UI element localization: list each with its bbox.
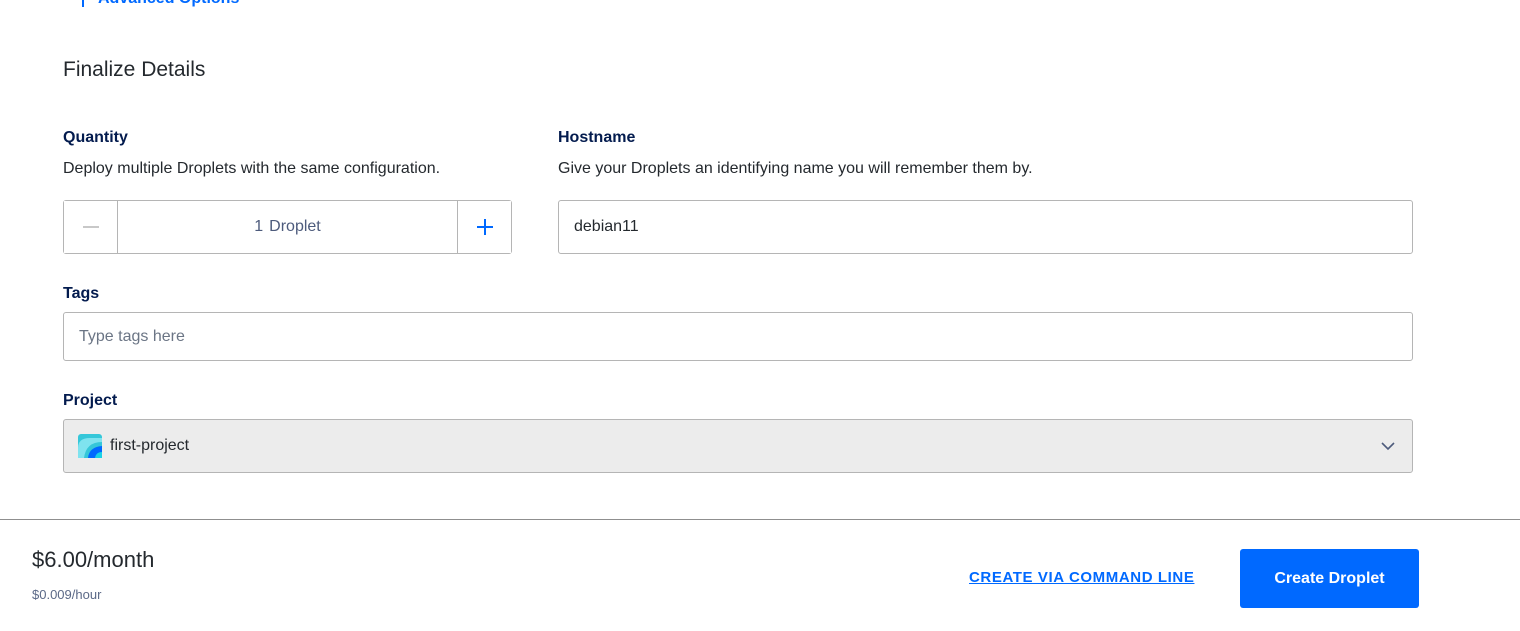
create-via-command-line-link[interactable]: CREATE VIA COMMAND LINE bbox=[969, 569, 1194, 586]
chevron-down-icon bbox=[1381, 442, 1395, 451]
hostname-input[interactable] bbox=[558, 200, 1413, 254]
plus-icon bbox=[476, 219, 493, 235]
quantity-count: 1 bbox=[254, 218, 264, 235]
section-title: Finalize Details bbox=[63, 58, 206, 81]
hourly-price: $0.009/hour bbox=[32, 587, 102, 602]
increment-button[interactable] bbox=[457, 201, 511, 253]
footer-bar: $6.00/month $0.009/hour CREATE VIA COMMA… bbox=[0, 519, 1520, 631]
hostname-description: Give your Droplets an identifying name y… bbox=[558, 160, 1033, 177]
decrement-button[interactable] bbox=[64, 201, 118, 253]
create-droplet-button[interactable]: Create Droplet bbox=[1240, 549, 1419, 608]
quantity-description: Deploy multiple Droplets with the same c… bbox=[63, 160, 441, 177]
advanced-options-link[interactable]: Advanced Options bbox=[82, 0, 239, 8]
project-icon bbox=[78, 434, 102, 458]
create-droplet-page: Advanced Options Finalize Details Quanti… bbox=[0, 0, 1520, 631]
tags-input[interactable] bbox=[63, 312, 1413, 361]
advanced-options-label: Advanced Options bbox=[98, 0, 239, 8]
project-selected-value: first-project bbox=[110, 437, 190, 454]
advanced-options-bar-icon bbox=[82, 0, 84, 7]
minus-icon bbox=[82, 226, 99, 228]
hostname-label: Hostname bbox=[558, 129, 636, 146]
project-select[interactable]: first-project bbox=[63, 419, 1413, 473]
quantity-unit: Droplet bbox=[269, 218, 321, 235]
project-label: Project bbox=[63, 392, 118, 409]
monthly-price: $6.00/month bbox=[32, 547, 155, 572]
quantity-stepper: 1 Droplet bbox=[63, 200, 512, 254]
quantity-label: Quantity bbox=[63, 129, 128, 146]
quantity-value[interactable]: 1 Droplet bbox=[118, 201, 457, 253]
tags-label: Tags bbox=[63, 285, 100, 302]
